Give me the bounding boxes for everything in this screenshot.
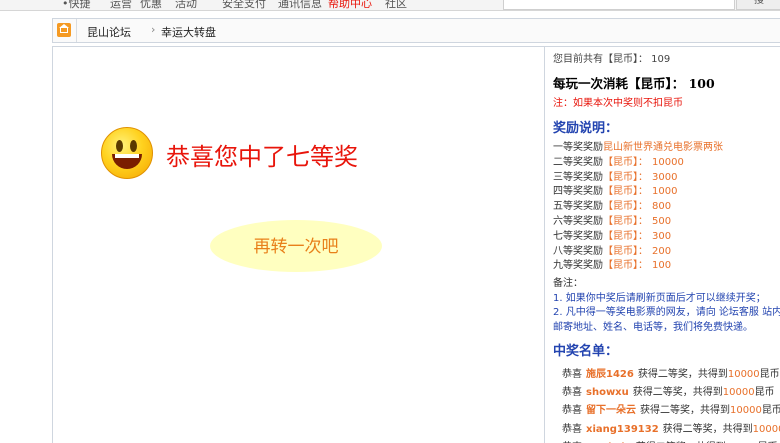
spin-note: 注：如果本次中奖则不扣昆币 <box>553 98 683 109</box>
reward-row: 一等奖奖励昆山新世界通兑电影票两张 <box>553 138 723 153</box>
lottery-result-panel: 恭喜您中了七等奖 再转一次吧 <box>53 47 545 443</box>
reward-prize: 【昆币】： <box>603 230 648 242</box>
winner-suffix: 昆币 <box>761 405 780 417</box>
reward-label: 三等奖奖励 <box>553 171 603 183</box>
search-input[interactable] <box>503 0 735 10</box>
winner-row: 恭喜 施辰1426 获得二等奖，共得到10000昆币 <box>562 365 780 380</box>
winner-text: 获得二等奖，共得到 <box>632 387 723 399</box>
reward-value: 1000 <box>652 186 678 198</box>
reward-value: 100 <box>652 260 672 272</box>
reward-prize: 【昆币】： <box>603 171 648 183</box>
nav-item[interactable]: •快捷 <box>62 0 91 10</box>
reward-row: 六等奖奖励【昆币】： 500 <box>553 212 671 227</box>
nav-item[interactable]: 运营 <box>110 0 132 10</box>
rewards-title: 奖励说明： <box>553 121 619 136</box>
nav-item[interactable]: 优惠 <box>140 0 162 10</box>
reward-row: 七等奖奖励【昆币】： 300 <box>553 227 671 242</box>
winner-text: 获得二等奖，共得到 <box>662 423 753 435</box>
nav-item[interactable]: 活动 <box>175 0 197 10</box>
winner-row: 恭喜xiang139132获得二等奖，共得到10000昆币 <box>562 420 780 435</box>
winner-username[interactable]: 留下一朵云 <box>586 405 636 416</box>
reward-prize: 【昆币】： <box>603 156 648 168</box>
winner-row: 恭喜markxin获得二等奖，共得到10000昆币 <box>562 438 778 443</box>
breadcrumb: 昆山论坛 › 幸运大转盘 <box>52 18 780 43</box>
reward-value: 500 <box>652 216 672 227</box>
reward-label: 七等奖奖励 <box>553 230 603 242</box>
reward-prize: 【昆币】： <box>603 216 648 227</box>
winner-amount: 10000 <box>727 369 760 380</box>
spin-cost: 每玩一次消耗【昆币】： 100 <box>553 76 715 91</box>
top-nav-bar: •快捷 运营 优惠 活动 安全支付 通讯信息 帮助中心 社区 搜 <box>0 0 780 11</box>
winner-username[interactable]: 施辰1426 <box>586 369 634 380</box>
winner-prefix: 恭喜 <box>562 387 582 399</box>
winner-row: 恭喜 留下一朵云 获得二等奖，共得到10000昆币 <box>562 401 780 416</box>
nav-item-active[interactable]: 帮助中心 <box>328 0 372 10</box>
winner-text: 获得二等奖，共得到 <box>637 369 728 380</box>
reward-prize: 【昆币】： <box>603 245 648 257</box>
reward-value: 10000 <box>652 156 684 168</box>
win-message: 恭喜您中了七等奖 <box>166 143 358 171</box>
reward-label: 六等奖奖励 <box>553 216 603 227</box>
breadcrumb-separator: › <box>151 23 156 36</box>
reward-label: 一等奖奖励 <box>553 142 603 153</box>
reward-label: 二等奖奖励 <box>553 156 603 168</box>
winner-username[interactable]: showxu <box>586 387 629 398</box>
reward-label: 九等奖奖励 <box>553 260 603 272</box>
reward-prize: 【昆币】： <box>603 201 648 213</box>
nav-item[interactable]: 社区 <box>385 0 407 10</box>
reward-label: 四等奖奖励 <box>553 186 603 198</box>
nav-item[interactable]: 安全支付 <box>222 0 266 10</box>
winner-row: 恭喜 showxu 获得二等奖，共得到10000昆币 <box>562 383 775 398</box>
winner-prefix: 恭喜 <box>562 369 582 380</box>
winner-username[interactable]: xiang139132 <box>586 424 659 435</box>
winner-suffix: 昆币 <box>754 387 775 399</box>
reward-label: 五等奖奖励 <box>553 201 603 213</box>
reward-label: 八等奖奖励 <box>553 245 603 257</box>
winner-prefix: 恭喜 <box>562 423 582 435</box>
reward-value: 300 <box>652 230 672 242</box>
reward-row: 九等奖奖励【昆币】： 100 <box>553 256 671 271</box>
winner-amount: 10000 <box>752 423 780 435</box>
reward-prize: 【昆币】： <box>603 260 648 272</box>
main-content: 恭喜您中了七等奖 再转一次吧 您目前共有【昆币】： 109 每玩一次消耗【昆币】… <box>52 46 780 443</box>
smiley-face-icon <box>101 127 153 179</box>
reward-prize: 昆山新世界通兑电影票两张 <box>603 142 723 153</box>
winner-suffix: 昆币 <box>759 369 780 380</box>
breadcrumb-home-link[interactable]: 昆山论坛 <box>87 24 131 40</box>
reward-row: 四等奖奖励【昆币】： 1000 <box>553 182 677 197</box>
remark-text: 邮寄地址、姓名、电话等，我们将免费快递。 <box>553 322 753 333</box>
reward-value: 800 <box>652 201 672 213</box>
winner-prefix: 恭喜 <box>562 405 582 417</box>
coin-balance: 您目前共有【昆币】： 109 <box>553 54 671 65</box>
winner-amount: 10000 <box>730 405 762 417</box>
remark-label: 备注： <box>553 278 583 289</box>
reward-prize: 【昆币】： <box>603 186 648 198</box>
search-button[interactable]: 搜 <box>736 0 780 10</box>
reward-row: 二等奖奖励【昆币】： 10000 <box>553 153 684 168</box>
reward-row: 三等奖奖励【昆币】： 3000 <box>553 168 677 183</box>
reward-row: 八等奖奖励【昆币】： 200 <box>553 242 671 257</box>
winner-text: 获得二等奖，共得到 <box>640 405 730 417</box>
remark-text: 2. 凡中得一等奖电影票的网友，请向 论坛客服 站内信 <box>553 307 780 318</box>
reward-value: 200 <box>652 245 672 257</box>
winners-title: 中奖名单： <box>553 344 619 359</box>
remark-text: 1. 如果你中奖后请刷新页面后才可以继续开奖； <box>553 293 766 304</box>
divider <box>76 19 77 42</box>
home-icon[interactable] <box>57 23 71 37</box>
breadcrumb-current: 幸运大转盘 <box>161 26 216 39</box>
nav-item[interactable]: 通讯信息 <box>278 0 322 10</box>
lottery-info-panel: 您目前共有【昆币】： 109 每玩一次消耗【昆币】： 100 注：如果本次中奖则… <box>545 47 780 443</box>
reward-value: 3000 <box>652 171 678 183</box>
spin-again-button[interactable]: 再转一次吧 <box>210 220 382 272</box>
winner-amount: 10000 <box>722 387 755 399</box>
reward-row: 五等奖奖励【昆币】： 800 <box>553 197 671 212</box>
